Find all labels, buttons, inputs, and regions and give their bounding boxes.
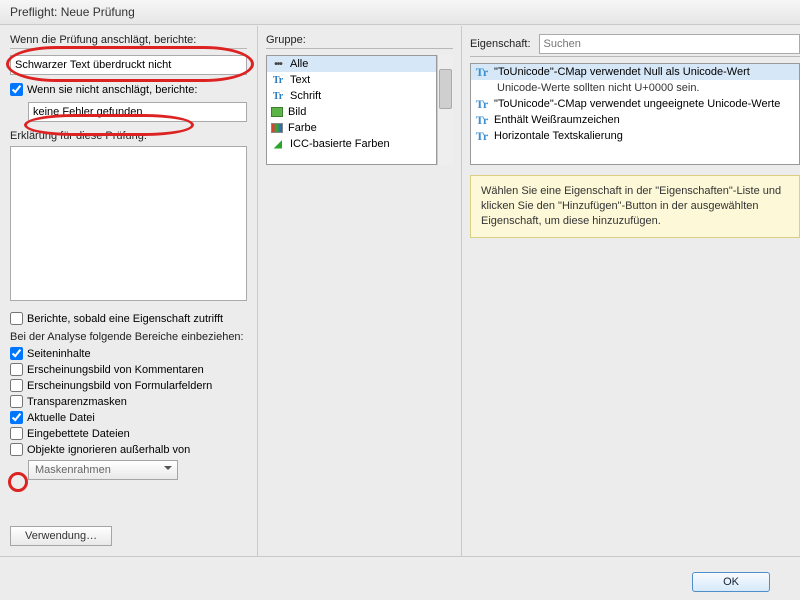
property-listbox[interactable]: Tr"ToUnicode"-CMap verwendet Null als Un… [470, 63, 800, 165]
opt-eingebettete-checkbox[interactable] [10, 427, 23, 440]
list-item[interactable]: TrEnthält Weißraumzeichen [471, 112, 799, 128]
search-input[interactable] [539, 34, 800, 54]
when-not-label: Wenn sie nicht anschlägt, berichte: [27, 84, 197, 96]
property-label: Eigenschaft: [470, 38, 531, 50]
opt-kommentare-label: Erscheinungsbild von Kommentaren [27, 364, 204, 376]
image-icon [271, 107, 283, 117]
group-listbox[interactable]: •••Alle TrText TrSchrift Bild Farbe ◢ICC… [266, 55, 437, 165]
when-hits-input[interactable] [10, 55, 247, 75]
window-title: Preflight: Neue Prüfung [0, 0, 800, 25]
maskbox-select[interactable]: Maskenrahmen [28, 460, 178, 480]
opt-ignore-label: Objekte ignorieren außerhalb von [27, 444, 190, 456]
opt-aktuelle-label: Aktuelle Datei [27, 412, 95, 424]
list-item[interactable]: TrSchrift [267, 88, 436, 104]
verwendung-button[interactable]: Verwendung… [10, 526, 112, 546]
tt-icon: Tr [475, 114, 489, 126]
list-item[interactable]: •••Alle [267, 56, 436, 72]
list-item[interactable]: Bild [267, 104, 436, 120]
when-not-input[interactable] [28, 102, 247, 122]
ok-button[interactable]: OK [692, 572, 770, 592]
list-item[interactable]: Farbe [267, 120, 436, 136]
when-not-checkbox[interactable] [10, 83, 23, 96]
icc-icon: ◢ [271, 138, 285, 150]
group-panel: Gruppe: •••Alle TrText TrSchrift Bild Fa… [258, 26, 462, 556]
list-item[interactable]: Tr"ToUnicode"-CMap verwendet ungeeignete… [471, 96, 799, 112]
opt-kommentare-checkbox[interactable] [10, 363, 23, 376]
all-icon: ••• [271, 58, 285, 70]
hint-text: Wählen Sie eine Eigenschaft in der "Eige… [470, 175, 800, 238]
footer: OK [0, 556, 800, 600]
opt-formular-checkbox[interactable] [10, 379, 23, 392]
include-label: Bei der Analyse folgende Bereiche einbez… [10, 331, 247, 343]
tt-icon: Tr [475, 98, 489, 110]
explanation-textarea[interactable] [10, 146, 247, 301]
opt-eingebettete-label: Eingebettete Dateien [27, 428, 130, 440]
list-item[interactable]: ◢ICC-basierte Farben [267, 136, 436, 152]
group-scrollbar[interactable] [437, 55, 453, 165]
color-icon [271, 123, 283, 133]
opt-seiteninhalte-checkbox[interactable] [10, 347, 23, 360]
opt-report-once-checkbox[interactable] [10, 312, 23, 325]
tt-icon: Tr [475, 130, 489, 142]
group-label: Gruppe: [266, 34, 453, 49]
left-panel: Wenn die Prüfung anschlägt, berichte: We… [0, 26, 258, 556]
list-item-desc: Unicode-Werte sollten nicht U+0000 sein. [471, 80, 799, 96]
chevron-down-icon [164, 466, 172, 474]
opt-transparenz-label: Transparenzmasken [27, 396, 127, 408]
explanation-label: Erklärung für diese Prüfung: [10, 130, 247, 142]
font-icon: Tr [271, 90, 285, 102]
when-hits-label: Wenn die Prüfung anschlägt, berichte: [10, 34, 247, 49]
opt-formular-label: Erscheinungsbild von Formularfeldern [27, 380, 212, 392]
opt-seiteninhalte-label: Seiteninhalte [27, 348, 91, 360]
list-item[interactable]: TrHorizontale Textskalierung [471, 128, 799, 144]
property-panel: Eigenschaft: Tr"ToUnicode"-CMap verwende… [462, 26, 800, 556]
opt-report-once-label: Berichte, sobald eine Eigenschaft zutrif… [27, 313, 223, 325]
tt-icon: Tr [475, 66, 489, 78]
opt-aktuelle-checkbox[interactable] [10, 411, 23, 424]
text-icon: Tr [271, 74, 285, 86]
list-item[interactable]: Tr"ToUnicode"-CMap verwendet Null als Un… [471, 64, 799, 80]
opt-ignore-checkbox[interactable] [10, 443, 23, 456]
list-item[interactable]: TrText [267, 72, 436, 88]
opt-transparenz-checkbox[interactable] [10, 395, 23, 408]
